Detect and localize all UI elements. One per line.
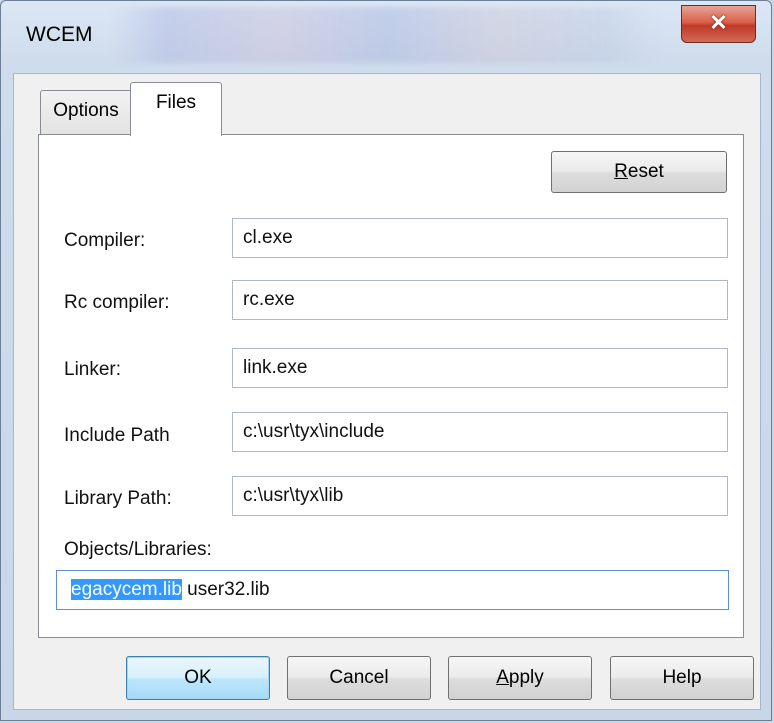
objects-libraries-input[interactable]: egacycem.lib user32.lib	[56, 570, 729, 610]
linker-input[interactable]: link.exe	[232, 348, 728, 388]
background-blur	[111, 7, 661, 63]
objects-libraries-label: Objects/Libraries:	[64, 539, 212, 560]
library-path-input[interactable]: c:\usr\tyx\lib	[232, 476, 728, 516]
dialog-window: WCEM ✕ Options Files Reset Compiler: cl.…	[0, 0, 772, 721]
close-button[interactable]: ✕	[681, 5, 756, 43]
apply-accelerator: A	[496, 667, 509, 688]
dialog-client-area: Options Files Reset Compiler: cl.exe Rc …	[13, 73, 761, 710]
selected-text: egacycem.lib	[71, 579, 182, 600]
linker-label: Linker:	[64, 359, 122, 380]
compiler-input[interactable]: cl.exe	[232, 218, 728, 258]
tab-files[interactable]: Files	[130, 82, 222, 136]
unselected-text: user32.lib	[181, 579, 270, 600]
apply-button[interactable]: Apply	[448, 656, 592, 700]
reset-accelerator: R	[614, 161, 628, 182]
compiler-label: Compiler:	[64, 230, 146, 251]
rc-compiler-label: Rc compiler:	[64, 292, 170, 313]
include-path-label: Include Path	[64, 425, 170, 446]
cancel-button[interactable]: Cancel	[287, 656, 431, 700]
help-button[interactable]: Help	[610, 656, 754, 700]
reset-button[interactable]: Reset	[551, 151, 727, 193]
rc-compiler-input[interactable]: rc.exe	[232, 280, 728, 320]
ok-button[interactable]: OK	[126, 656, 270, 700]
title-bar[interactable]: WCEM ✕	[1, 1, 771, 73]
tab-options[interactable]: Options	[40, 90, 132, 134]
close-icon: ✕	[709, 10, 728, 35]
library-path-label: Library Path:	[64, 488, 172, 509]
include-path-input[interactable]: c:\usr\tyx\include	[232, 412, 728, 452]
window-title: WCEM	[26, 23, 93, 46]
